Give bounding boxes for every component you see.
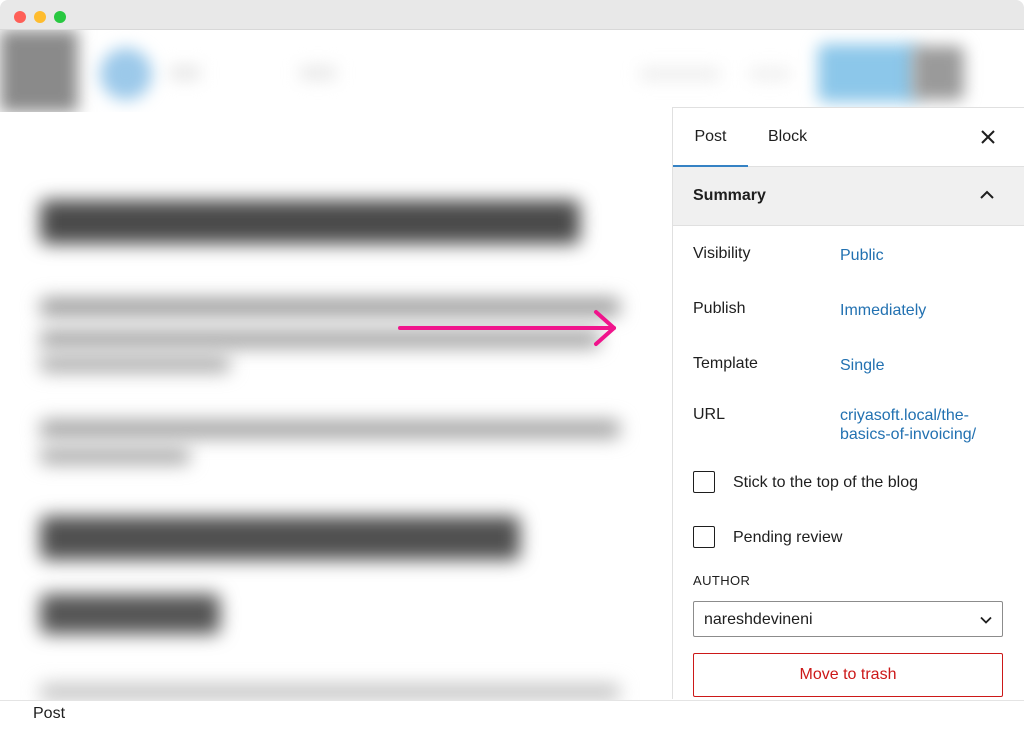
add-block-button-blurred xyxy=(100,48,152,100)
heading-blurred xyxy=(40,594,220,634)
pending-review-checkbox-label[interactable]: Pending review xyxy=(733,529,842,547)
annotation-arrow-icon xyxy=(398,310,616,346)
window-titlebar xyxy=(0,0,1024,30)
zoom-window-button[interactable] xyxy=(54,11,66,23)
paragraph-line-blurred xyxy=(40,420,620,438)
editor-footer: Post xyxy=(0,700,1024,729)
summary-title: Summary xyxy=(693,187,766,204)
author-label: AUTHOR xyxy=(693,573,751,588)
pending-review-checkbox[interactable] xyxy=(693,526,715,548)
author-select-value: nareshdevineni xyxy=(704,611,813,628)
toolbar-item-blurred xyxy=(750,68,790,80)
sidebar-tabs: Post Block xyxy=(673,108,1024,167)
close-window-button[interactable] xyxy=(14,11,26,23)
summary-panel-header[interactable]: Summary xyxy=(673,167,1024,226)
settings-sidebar: Post Block Summary Visibility Public Pub… xyxy=(672,107,1024,699)
settings-button-blurred xyxy=(912,46,964,100)
minimize-window-button[interactable] xyxy=(34,11,46,23)
chevron-up-icon[interactable] xyxy=(979,189,995,201)
close-icon[interactable] xyxy=(978,127,998,147)
toolbar-item-blurred xyxy=(300,66,336,80)
publish-value-link[interactable]: Immediately xyxy=(840,301,926,320)
publish-label: Publish xyxy=(693,300,746,317)
heading-blurred xyxy=(40,200,580,244)
visibility-value-link[interactable]: Public xyxy=(840,246,884,265)
paragraph-line-blurred xyxy=(40,684,620,700)
breadcrumb[interactable]: Post xyxy=(33,705,65,723)
sticky-checkbox[interactable] xyxy=(693,471,715,493)
url-line-2: basics-of-invoicing/ xyxy=(840,426,977,443)
publish-button-blurred xyxy=(818,44,918,102)
move-to-trash-button[interactable]: Move to trash xyxy=(693,653,1003,697)
author-select[interactable]: nareshdevineni xyxy=(693,601,1003,637)
visibility-label: Visibility xyxy=(693,245,751,262)
chevron-down-icon xyxy=(980,616,992,624)
toolbar-item-blurred xyxy=(640,68,720,80)
toolbar-item-blurred xyxy=(170,66,200,80)
heading-blurred xyxy=(40,516,520,560)
editor-canvas-blurred xyxy=(0,112,672,702)
tab-post[interactable]: Post xyxy=(673,108,748,167)
template-value-link[interactable]: Single xyxy=(840,356,884,375)
paragraph-line-blurred xyxy=(40,448,190,464)
site-logo-blurred xyxy=(0,30,78,112)
template-label: Template xyxy=(693,355,758,372)
url-value-link[interactable]: criyasoft.local/the- basics-of-invoicing… xyxy=(840,406,976,444)
sticky-checkbox-label[interactable]: Stick to the top of the blog xyxy=(733,474,918,492)
paragraph-line-blurred xyxy=(40,356,230,372)
url-label: URL xyxy=(693,406,726,423)
url-line-1: criyasoft.local/the- xyxy=(840,407,969,424)
editor-toolbar-blurred xyxy=(0,30,1024,112)
tab-block[interactable]: Block xyxy=(768,108,807,166)
